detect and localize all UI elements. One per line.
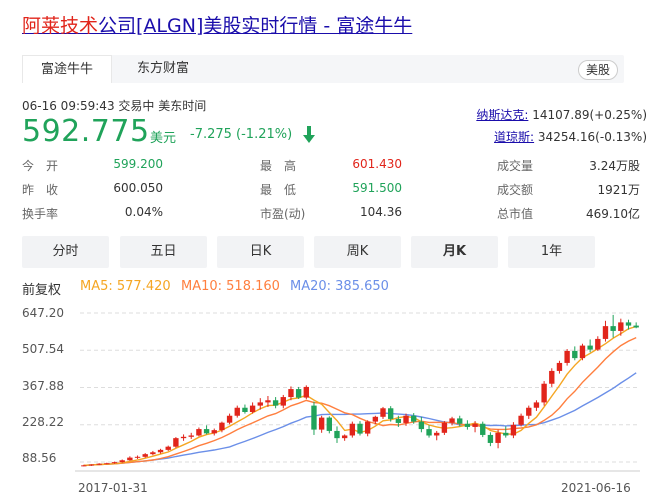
- candle-body: [372, 416, 379, 422]
- candle-body: [249, 405, 256, 413]
- kline-chart[interactable]: [0, 0, 669, 496]
- candle-body: [364, 421, 371, 434]
- candle-body: [257, 402, 263, 406]
- candle-body: [495, 432, 501, 443]
- candle-body: [441, 422, 448, 433]
- candle-body: [587, 345, 593, 350]
- candle-body: [295, 389, 302, 398]
- candle-body: [625, 322, 632, 326]
- candle-body: [579, 345, 586, 359]
- candle-body: [196, 429, 202, 436]
- candle-body: [127, 457, 133, 461]
- candle-body: [357, 423, 363, 434]
- ma-lines: [83, 325, 637, 466]
- candle-body: [165, 446, 171, 450]
- x-tick-label: 2021-06-16: [561, 481, 631, 495]
- candle-body: [518, 415, 524, 425]
- candle-body: [418, 421, 425, 430]
- candle-body: [226, 415, 233, 423]
- candle-body: [380, 408, 386, 417]
- y-tick-label: 647.20: [22, 306, 64, 320]
- candle-body: [457, 418, 463, 424]
- candle-body: [533, 402, 540, 408]
- y-tick-label: 507.54: [22, 342, 64, 356]
- candle-body: [234, 407, 240, 416]
- candle-body: [242, 407, 248, 413]
- candle-body: [96, 463, 102, 465]
- candle-body: [180, 436, 187, 439]
- candle-body: [173, 438, 179, 447]
- ma10-line: [83, 336, 637, 466]
- candle-body: [388, 408, 394, 419]
- candle-body: [526, 407, 532, 416]
- candle-body: [272, 400, 279, 406]
- candle-body: [303, 386, 309, 398]
- candle-body: [556, 362, 563, 371]
- candle-body: [142, 454, 148, 457]
- candle-body: [602, 326, 609, 339]
- candle-body: [610, 326, 616, 331]
- candle-body: [434, 432, 440, 436]
- candle-body: [472, 423, 478, 427]
- candle-body: [326, 417, 332, 431]
- candle-body: [541, 383, 547, 403]
- candle-body: [104, 463, 110, 465]
- candle-body: [150, 452, 156, 455]
- candle-body: [618, 322, 624, 331]
- candle-body: [595, 338, 601, 350]
- candle-body: [564, 350, 570, 363]
- candle-body: [464, 423, 471, 427]
- candle-body: [426, 429, 432, 436]
- candle-body: [288, 389, 294, 398]
- x-tick-label: 2017-01-31: [78, 481, 148, 495]
- candle-body: [341, 435, 348, 439]
- candle-body: [334, 430, 340, 439]
- candle-body: [88, 464, 95, 466]
- candle-body: [318, 417, 325, 430]
- candle-body: [311, 405, 317, 430]
- y-tick-label: 88.56: [22, 451, 57, 465]
- ma5-line: [83, 325, 637, 466]
- candle-body: [395, 418, 402, 423]
- candle-body: [119, 460, 125, 463]
- candle-body: [503, 432, 509, 436]
- candle-body: [480, 423, 486, 435]
- candle-body: [403, 415, 409, 423]
- candle-body: [265, 400, 271, 403]
- candle-body: [572, 350, 578, 359]
- candle-body: [633, 325, 639, 328]
- candle-body: [487, 434, 494, 443]
- candle-body: [411, 415, 417, 422]
- candle-body: [219, 422, 225, 431]
- candle-body: [111, 462, 118, 464]
- candle-body: [134, 456, 141, 458]
- candle-body: [549, 370, 555, 384]
- candle-body: [81, 465, 87, 467]
- candle-body: [280, 397, 286, 406]
- candle-body: [157, 449, 164, 453]
- candle-body: [211, 430, 217, 434]
- y-tick-label: 367.88: [22, 379, 64, 393]
- y-tick-label: 228.22: [22, 415, 64, 429]
- candle-body: [510, 424, 517, 436]
- candle-body: [349, 423, 356, 436]
- candle-body: [188, 435, 194, 437]
- candle-body: [449, 418, 455, 423]
- candle-body: [203, 429, 210, 434]
